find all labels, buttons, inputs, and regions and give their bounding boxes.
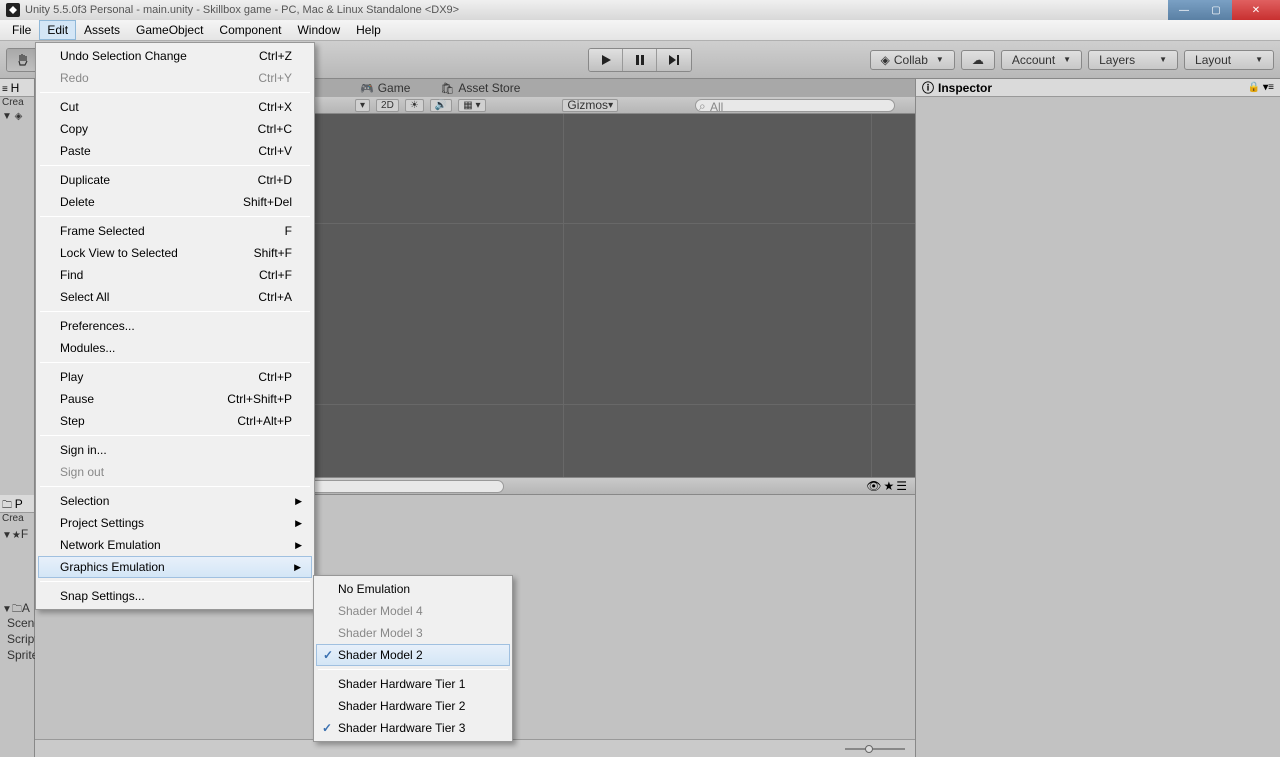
menu-separator <box>40 216 310 217</box>
menu-component[interactable]: Component <box>211 20 289 40</box>
menu-separator <box>40 435 310 436</box>
hierarchy-create[interactable]: Crea <box>0 97 34 111</box>
menu-entry-cut[interactable]: CutCtrl+X <box>38 96 312 118</box>
submenu-entry-no-emulation[interactable]: No Emulation <box>316 578 510 600</box>
scene-search-input[interactable]: ⌕All <box>695 99 895 112</box>
menu-entry-modules-[interactable]: Modules... <box>38 337 312 359</box>
menu-separator <box>40 362 310 363</box>
menu-gameobject[interactable]: GameObject <box>128 20 211 40</box>
edit-menu-dropdown: Undo Selection ChangeCtrl+ZRedoCtrl+Y Cut… <box>35 42 315 610</box>
window-title-bar: Unity 5.5.0f3 Personal - main.unity - Sk… <box>0 0 1280 20</box>
inspector-tab[interactable]: ⓘ Inspector 🔒 ▾≡ <box>916 79 1280 97</box>
menu-separator <box>40 165 310 166</box>
project-assets-root[interactable]: ▼🗀A <box>0 601 34 615</box>
window-title: Unity 5.5.0f3 Personal - main.unity - Sk… <box>25 4 459 16</box>
menu-entry-duplicate[interactable]: DuplicateCtrl+D <box>38 169 312 191</box>
menu-help[interactable]: Help <box>348 20 389 40</box>
unity-logo-icon <box>6 3 20 17</box>
folder-scripts[interactable]: Scripts <box>0 631 34 647</box>
menu-edit[interactable]: Edit <box>39 20 76 40</box>
project-filter-icon[interactable]: 👁 <box>866 479 881 493</box>
hierarchy-scene-row[interactable]: ▼ ◈ <box>0 111 34 125</box>
menu-entry-snap-settings-[interactable]: Snap Settings... <box>38 585 312 607</box>
check-icon: ✓ <box>323 648 333 662</box>
menu-entry-sign-out: Sign out <box>38 461 312 483</box>
tab-game[interactable]: 🎮 Game <box>360 81 410 95</box>
submenu-entry-shader-model-4: Shader Model 4 <box>316 600 510 622</box>
menu-separator <box>318 669 508 670</box>
step-button[interactable] <box>657 49 691 71</box>
project-tab[interactable]: 🗀 P <box>0 495 34 513</box>
menu-entry-find[interactable]: FindCtrl+F <box>38 264 312 286</box>
menu-entry-sign-in-[interactable]: Sign in... <box>38 439 312 461</box>
scene-2d-toggle[interactable]: 2D <box>376 99 399 112</box>
menu-entry-lock-view-to-selected[interactable]: Lock View to SelectedShift+F <box>38 242 312 264</box>
account-dropdown[interactable]: Account▼ <box>1001 50 1082 70</box>
submenu-entry-shader-model-3: Shader Model 3 <box>316 622 510 644</box>
project-thumbnail-slider[interactable] <box>845 744 905 754</box>
project-create[interactable]: Crea <box>0 513 34 527</box>
collab-dropdown[interactable]: ◈Collab▼ <box>870 50 955 70</box>
layers-dropdown[interactable]: Layers▼ <box>1088 50 1178 70</box>
menu-entry-project-settings[interactable]: Project Settings▶ <box>38 512 312 534</box>
menu-entry-frame-selected[interactable]: Frame SelectedF <box>38 220 312 242</box>
menu-entry-undo-selection-change[interactable]: Undo Selection ChangeCtrl+Z <box>38 45 312 67</box>
folder-sprites[interactable]: Sprites <box>0 647 34 663</box>
gizmos-dropdown[interactable]: Gizmos ▾ <box>562 99 618 112</box>
menu-entry-network-emulation[interactable]: Network Emulation▶ <box>38 534 312 556</box>
menu-entry-copy[interactable]: CopyCtrl+C <box>38 118 312 140</box>
graphics-emulation-submenu: No EmulationShader Model 4Shader Model 3… <box>313 575 513 742</box>
menu-entry-play[interactable]: PlayCtrl+P <box>38 366 312 388</box>
scene-fx-toggle[interactable]: ▦ ▾ <box>458 99 485 112</box>
info-icon: ⓘ <box>922 79 934 96</box>
menu-entry-step[interactable]: StepCtrl+Alt+P <box>38 410 312 432</box>
hierarchy-tab[interactable]: ≡ H <box>0 79 34 97</box>
inspector-panel: ⓘ Inspector 🔒 ▾≡ <box>915 79 1280 757</box>
playback-controls <box>588 48 692 72</box>
menu-entry-select-all[interactable]: Select AllCtrl+A <box>38 286 312 308</box>
inspector-lock-icon[interactable]: 🔒 ▾≡ <box>1248 82 1274 93</box>
collab-icon: ◈ <box>881 53 890 67</box>
menu-assets[interactable]: Assets <box>76 20 128 40</box>
window-close-button[interactable]: ✕ <box>1232 0 1280 20</box>
menu-bar: File Edit Assets GameObject Component Wi… <box>0 20 1280 41</box>
project-filter-star-icon[interactable]: ★ <box>883 479 894 493</box>
menu-entry-redo: RedoCtrl+Y <box>38 67 312 89</box>
submenu-entry-shader-hardware-tier-2[interactable]: Shader Hardware Tier 2 <box>316 695 510 717</box>
scene-shading-dropdown[interactable]: ▾ <box>355 99 370 112</box>
pause-button[interactable] <box>623 49 657 71</box>
play-button[interactable] <box>589 49 623 71</box>
hierarchy-panel: ≡ H Crea ▼ ◈ 🗀 P Crea ▼★F ▼🗀A Scenes Scr… <box>0 79 35 757</box>
cloud-button[interactable]: ☁ <box>961 50 995 70</box>
menu-file[interactable]: File <box>4 20 39 40</box>
scene-audio-toggle[interactable]: 🔊 <box>430 99 452 112</box>
window-maximize-button[interactable]: ▢ <box>1200 0 1232 20</box>
submenu-entry-shader-model-2[interactable]: ✓Shader Model 2 <box>316 644 510 666</box>
menu-separator <box>40 92 310 93</box>
menu-entry-graphics-emulation[interactable]: Graphics Emulation▶ <box>38 556 312 578</box>
menu-separator <box>40 581 310 582</box>
menu-separator <box>40 486 310 487</box>
scene-light-toggle[interactable]: ☀ <box>405 99 424 112</box>
submenu-entry-shader-hardware-tier-1[interactable]: Shader Hardware Tier 1 <box>316 673 510 695</box>
tab-asset-store[interactable]: 🛍 Asset Store <box>440 81 520 95</box>
submenu-entry-shader-hardware-tier-3[interactable]: ✓Shader Hardware Tier 3 <box>316 717 510 739</box>
menu-entry-paste[interactable]: PasteCtrl+V <box>38 140 312 162</box>
menu-window[interactable]: Window <box>289 20 348 40</box>
menu-entry-preferences-[interactable]: Preferences... <box>38 315 312 337</box>
menu-entry-delete[interactable]: DeleteShift+Del <box>38 191 312 213</box>
menu-entry-selection[interactable]: Selection▶ <box>38 490 312 512</box>
layout-dropdown[interactable]: Layout▼ <box>1184 50 1274 70</box>
menu-entry-pause[interactable]: PauseCtrl+Shift+P <box>38 388 312 410</box>
search-icon: ⌕ <box>699 99 706 114</box>
folder-scenes[interactable]: Scenes <box>0 615 34 631</box>
cloud-icon: ☁ <box>972 53 984 67</box>
project-favorites[interactable]: ▼★F <box>0 527 34 541</box>
project-filter-save-icon[interactable]: ☰ <box>896 479 907 493</box>
window-minimize-button[interactable]: — <box>1168 0 1200 20</box>
menu-separator <box>40 311 310 312</box>
check-icon: ✓ <box>322 721 332 735</box>
